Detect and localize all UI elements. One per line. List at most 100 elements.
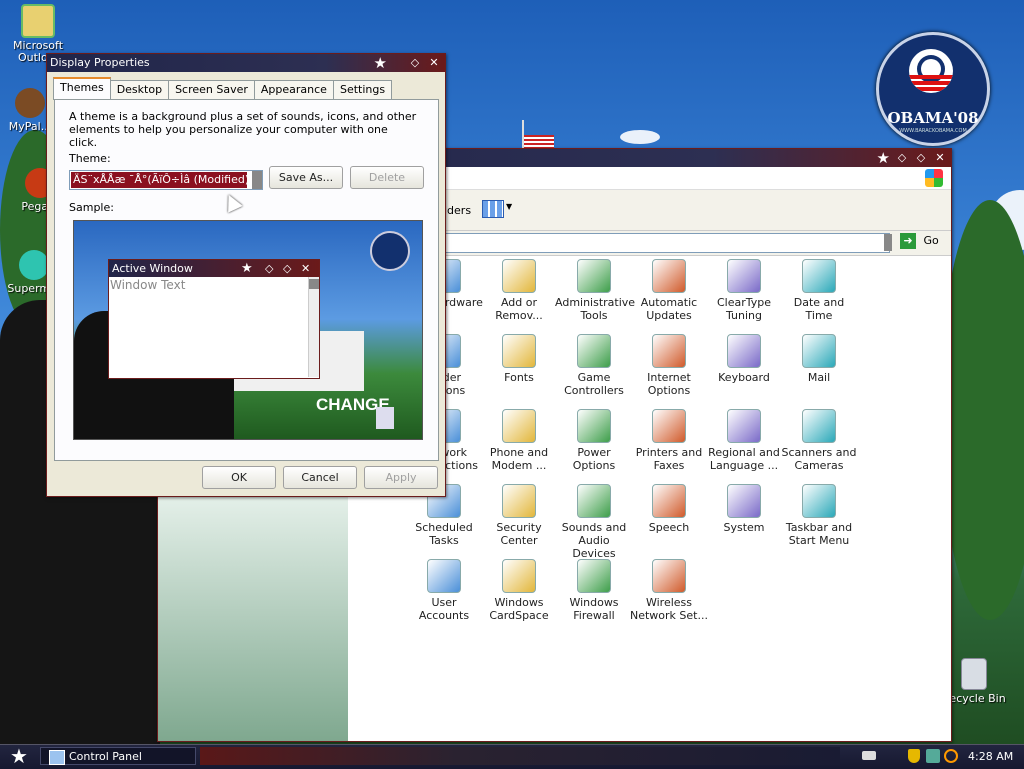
start-button[interactable]: ★ — [4, 745, 34, 769]
theme-select-dropdown[interactable] — [252, 171, 262, 189]
administrative-tools-icon — [577, 259, 611, 293]
control-panel-icon — [49, 750, 65, 765]
go-button[interactable]: ➜ Go — [900, 233, 946, 251]
minimize-button[interactable]: ◇ — [895, 151, 909, 165]
ok-button[interactable]: OK — [202, 466, 276, 489]
theme-select[interactable]: ÄS¨xÅÅæ ¯Å°(ÃïÔ÷Ìâ (Modified) — [69, 170, 263, 190]
cp-item[interactable]: Phone and Modem ... — [480, 409, 558, 472]
cp-item[interactable]: Administrative Tools — [555, 259, 635, 322]
maximize-button[interactable]: ◇ — [914, 151, 928, 165]
tab-themes[interactable]: Themes — [53, 77, 111, 100]
cp-item[interactable]: Security Center — [480, 484, 558, 547]
cp-item[interactable]: ClearType Tuning — [705, 259, 783, 322]
cp-item[interactable]: Fonts — [480, 334, 558, 384]
cp-item[interactable]: Add or Remov... — [480, 259, 558, 322]
system-tray: 4:28 AM — [854, 745, 1024, 769]
tab-appearance[interactable]: Appearance — [253, 80, 334, 99]
close-button[interactable]: ✕ — [427, 56, 441, 70]
tab-screen-saver[interactable]: Screen Saver — [168, 80, 255, 99]
cp-item[interactable]: User Accounts — [405, 559, 483, 622]
cp-item-label: Scanners and Cameras — [781, 446, 857, 472]
cp-item-label: Windows Firewall — [569, 596, 619, 622]
theme-select-value: ÄS¨xÅÅæ ¯Å°(ÃïÔ÷Ìâ (Modified) — [71, 172, 247, 188]
cp-item-label: Phone and Modem ... — [489, 446, 549, 472]
folders-button[interactable]: lders — [444, 204, 471, 217]
cp-item-label: Date and Time — [793, 296, 845, 322]
minimize-icon: ◇ — [265, 262, 274, 275]
sample-window-titlebar: Active Window ★ ◇ ◇ ✕ — [109, 260, 319, 277]
dialog-title: Display Properties — [50, 56, 150, 69]
cp-item[interactable]: Windows Firewall — [555, 559, 633, 622]
windows-flag-icon — [925, 169, 943, 187]
taskbar-item-label: Control Panel — [69, 750, 142, 763]
phone-modem-icon — [502, 409, 536, 443]
sample-logo — [370, 231, 410, 271]
recycle-bin-icon — [961, 658, 987, 690]
cp-item-label: Security Center — [496, 521, 542, 547]
taskbar-red-strip — [200, 747, 840, 765]
sample-label: Sample: — [69, 201, 114, 214]
star-icon: ★ — [373, 54, 387, 72]
tab-settings[interactable]: Settings — [332, 80, 393, 99]
themes-description: A theme is a background plus a set of so… — [69, 110, 417, 149]
chevron-down-icon: ▼ — [506, 202, 513, 211]
cp-item[interactable]: Speech — [630, 484, 708, 534]
cp-item[interactable]: Game Controllers — [555, 334, 633, 397]
cp-item[interactable]: Keyboard — [705, 334, 783, 384]
views-button[interactable]: ▼ — [482, 200, 514, 222]
mypal-icon — [15, 88, 45, 118]
delete-button[interactable]: Delete — [350, 166, 424, 189]
cp-item-label: System — [723, 521, 765, 534]
security-shield-icon[interactable] — [908, 749, 920, 763]
network-tray-icon[interactable] — [926, 749, 940, 763]
cp-item-label: User Accounts — [418, 596, 470, 622]
close-button[interactable]: ✕ — [933, 151, 947, 165]
cp-item-label: Automatic Updates — [640, 296, 698, 322]
star-icon: ★ — [241, 261, 253, 276]
cp-item[interactable]: Wireless Network Set... — [630, 559, 708, 622]
mail-icon — [802, 334, 836, 368]
help-button[interactable]: ◇ — [408, 56, 422, 70]
address-dropdown[interactable] — [884, 234, 892, 251]
taskbar-item-control-panel[interactable]: Control Panel — [40, 747, 196, 765]
windows-cardspace-icon — [502, 559, 536, 593]
cp-item-label: Keyboard — [718, 371, 770, 384]
cp-item-label: Mail — [807, 371, 831, 384]
cp-item[interactable]: Scanners and Cameras — [780, 409, 858, 472]
cp-item[interactable]: Printers and Faxes — [630, 409, 708, 472]
cp-item-label: Printers and Faxes — [635, 446, 703, 472]
cp-item[interactable]: Internet Options — [630, 334, 708, 397]
cp-item-label: Game Controllers — [564, 371, 624, 397]
cp-item-label: Internet Options — [647, 371, 691, 397]
sample-recycle-bin-icon — [376, 407, 394, 429]
cp-item[interactable]: Taskbar and Start Menu — [780, 484, 858, 547]
display-properties-dialog: Display Properties ★ ◇ ✕ Themes Desktop … — [46, 53, 446, 497]
dialog-titlebar[interactable]: Display Properties ★ ◇ ✕ — [47, 54, 445, 72]
windows-firewall-icon — [577, 559, 611, 593]
cp-item[interactable]: Windows CardSpace — [480, 559, 558, 622]
go-label: Go — [923, 234, 939, 247]
regional-language-icon — [727, 409, 761, 443]
date-time-icon — [802, 259, 836, 293]
cp-item[interactable]: Regional and Language ... — [705, 409, 783, 472]
cp-item[interactable]: Automatic Updates — [630, 259, 708, 322]
keyboard-tray-icon[interactable] — [862, 751, 876, 760]
clock[interactable]: 4:28 AM — [968, 750, 1013, 763]
cp-item-label: Taskbar and Start Menu — [785, 521, 853, 547]
fonts-icon — [502, 334, 536, 368]
power-options-icon — [577, 409, 611, 443]
cleartype-tuning-icon — [727, 259, 761, 293]
logo-subtext: WWW.BARACKOBAMA.COM — [899, 128, 967, 134]
go-arrow-icon: ➜ — [900, 233, 916, 249]
cp-item[interactable]: Sounds and Audio Devices — [555, 484, 633, 560]
cp-item[interactable]: Mail — [780, 334, 858, 384]
apply-button[interactable]: Apply — [364, 466, 438, 489]
save-as-button[interactable]: Save As... — [269, 166, 343, 189]
cancel-button[interactable]: Cancel — [283, 466, 357, 489]
cp-item[interactable]: Date and Time — [780, 259, 858, 322]
tab-desktop[interactable]: Desktop — [109, 80, 170, 99]
taskbar: ★ Control Panel 4:28 AM — [0, 744, 1024, 769]
cp-item[interactable]: System — [705, 484, 783, 534]
search-icon[interactable] — [944, 749, 958, 763]
cp-item[interactable]: Power Options — [555, 409, 633, 472]
